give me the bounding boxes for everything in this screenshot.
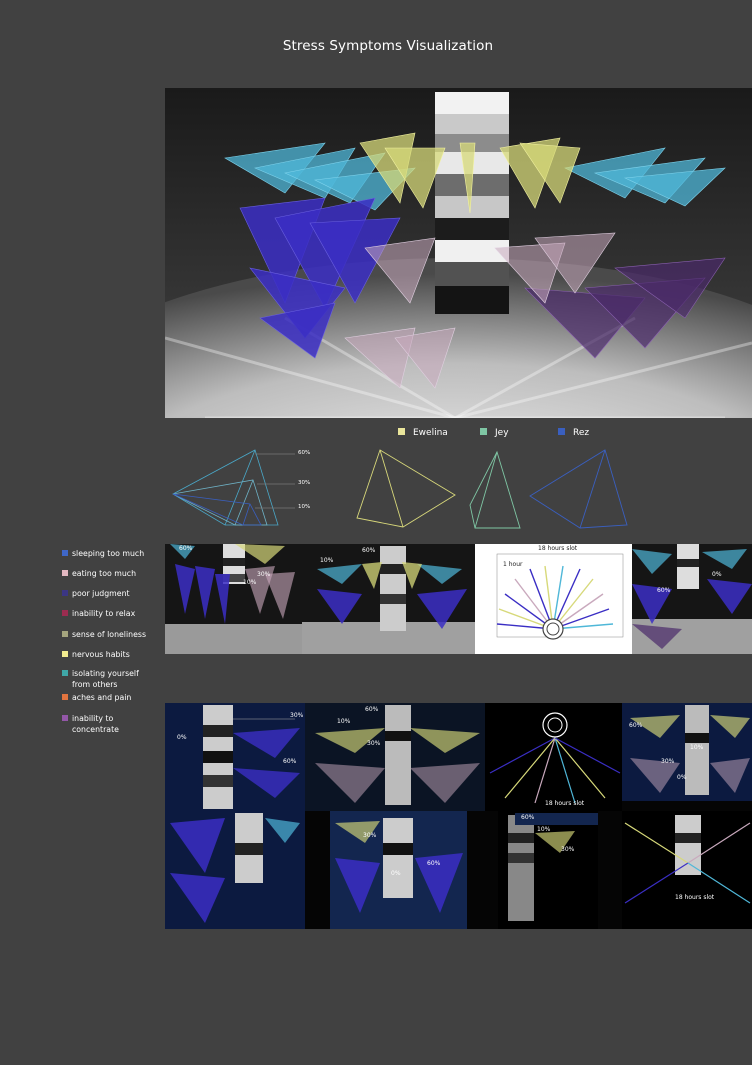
grid1-label-30: 30% bbox=[290, 712, 304, 719]
symptom-label: eating too much bbox=[72, 569, 137, 578]
grid2-label-30: 30% bbox=[367, 740, 381, 747]
symptom-label: sense of loneliness bbox=[72, 630, 147, 639]
grid4-label-60: 60% bbox=[629, 722, 643, 729]
symptom-item: inability to relax bbox=[62, 608, 157, 619]
render-grid: 30% 0% 60% 60% 10% 30% 18 hours slot 60%… bbox=[165, 703, 752, 929]
thumbnail-render-4: 60% 0% bbox=[632, 544, 752, 654]
symptom-item: eating too much bbox=[62, 568, 157, 579]
grid4-label-0: 0% bbox=[677, 774, 687, 781]
legend-ewelina: Ewelina bbox=[398, 428, 448, 438]
scale-label-60: 60% bbox=[298, 450, 311, 456]
grid7-label-10: 10% bbox=[537, 826, 551, 833]
thumb2-label-10: 10% bbox=[320, 557, 334, 564]
jey-swatch bbox=[480, 428, 487, 435]
thumb1-label-10: 10% bbox=[243, 579, 257, 586]
grid6-label-30: 30% bbox=[363, 832, 377, 839]
symptom-swatch bbox=[62, 610, 68, 616]
symptom-item: isolating yourself from others bbox=[62, 668, 157, 690]
grid1-label-0: 0% bbox=[177, 734, 187, 741]
grid4-label-30: 30% bbox=[661, 758, 675, 765]
symptom-label: sleeping too much bbox=[72, 549, 145, 558]
symptom-label: inability to relax bbox=[72, 609, 136, 618]
thumb4-label-0: 0% bbox=[712, 571, 722, 578]
thumb1-label-30: 30% bbox=[257, 571, 271, 578]
symptom-swatch bbox=[62, 670, 68, 676]
legend-rez-label: Rez bbox=[573, 428, 590, 438]
legend-rez: Rez bbox=[558, 428, 589, 438]
symptom-swatch bbox=[62, 590, 68, 596]
grid7-label-60: 60% bbox=[521, 814, 535, 821]
legend-ewelina-label: Ewelina bbox=[413, 428, 448, 438]
grid6-label-0: 0% bbox=[391, 870, 401, 877]
symptom-swatch bbox=[62, 550, 68, 556]
page-title: Stress Symptoms Visualization bbox=[282, 38, 494, 54]
symptom-swatch bbox=[62, 570, 68, 576]
grid8-slot-label: 18 hours slot bbox=[675, 894, 715, 901]
symptom-swatch bbox=[62, 651, 68, 657]
pyramid-60 bbox=[172, 449, 279, 526]
symptom-item: poor judgment bbox=[62, 588, 157, 599]
symptom-label: isolating yourself from others bbox=[72, 669, 139, 689]
rez-swatch bbox=[558, 428, 565, 435]
grid7-label-30: 30% bbox=[561, 846, 575, 853]
symptom-item: nervous habits bbox=[62, 649, 157, 660]
thumb2-label-60: 60% bbox=[362, 547, 376, 554]
legend-jey: Jey bbox=[480, 428, 509, 438]
grid4-label-10: 10% bbox=[690, 744, 704, 751]
symptom-item: inability to concentrate bbox=[62, 713, 157, 735]
pyramid-diagrams: 60% 30% 10% bbox=[165, 440, 752, 540]
symptom-item: sense of loneliness bbox=[62, 629, 157, 640]
thumbnail-render-2: 60% 10% bbox=[302, 544, 475, 654]
thumb3-slot-label: 18 hours slot bbox=[538, 545, 578, 552]
symptom-item: aches and pain bbox=[62, 692, 157, 703]
symptom-swatch bbox=[62, 715, 68, 721]
symptom-label: inability to concentrate bbox=[72, 714, 119, 734]
grid6-label-60: 60% bbox=[427, 860, 441, 867]
grid1-label-60: 60% bbox=[283, 758, 297, 765]
thumbnail-render-1: 60% 30% 10% bbox=[165, 544, 302, 654]
grid2-label-60: 60% bbox=[365, 706, 379, 713]
grid3-slot-label: 18 hours slot bbox=[545, 800, 585, 807]
thumb3-hour-label: 1 hour bbox=[503, 561, 523, 568]
symptom-label: poor judgment bbox=[72, 589, 130, 598]
symptom-item: sleeping too much bbox=[62, 548, 157, 559]
scale-label-30: 30% bbox=[298, 480, 311, 486]
scale-label-10: 10% bbox=[298, 504, 311, 510]
symptom-label: nervous habits bbox=[72, 650, 130, 659]
thumb1-label-60: 60% bbox=[179, 545, 193, 552]
symptom-swatch bbox=[62, 694, 68, 700]
hero-render bbox=[165, 88, 752, 418]
symptom-label: aches and pain bbox=[72, 693, 132, 702]
thumb4-label-60: 60% bbox=[657, 587, 671, 594]
legend-jey-label: Jey bbox=[495, 428, 509, 438]
symptom-swatch bbox=[62, 631, 68, 637]
grid2-label-10: 10% bbox=[337, 718, 351, 725]
thumbnail-diagram-18-hours: 18 hours slot 1 hour bbox=[475, 544, 632, 654]
ewelina-swatch bbox=[398, 428, 405, 435]
